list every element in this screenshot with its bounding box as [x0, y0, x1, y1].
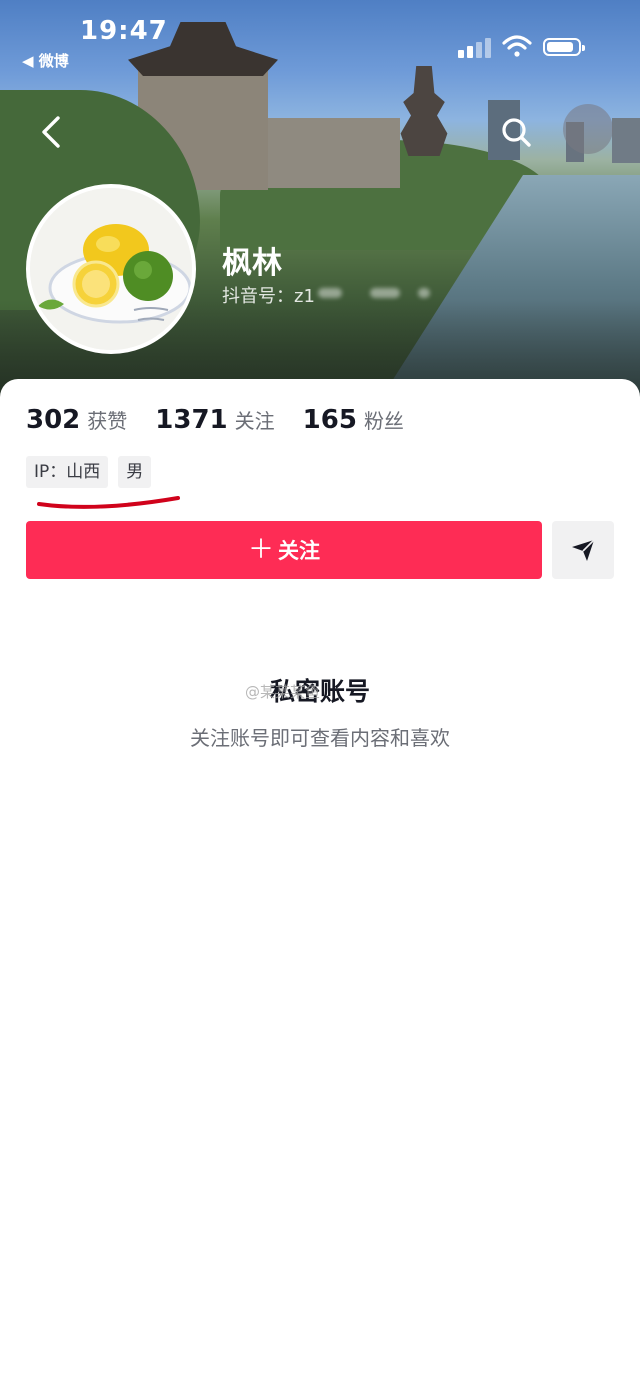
status-time: 19:47 — [80, 16, 168, 46]
stat-label: 获赞 — [87, 409, 128, 433]
gender-tag: 男 — [118, 456, 152, 488]
search-icon[interactable] — [498, 112, 534, 152]
send-icon — [572, 539, 595, 561]
plus-icon: ＋ — [247, 535, 274, 565]
stat-label: 粉丝 — [363, 409, 404, 433]
pagoda — [400, 66, 448, 156]
more-button[interactable] — [563, 104, 613, 154]
id-redaction — [370, 288, 400, 298]
wifi-icon — [502, 35, 532, 57]
ip-location-tag: IP：山西 — [26, 456, 109, 488]
lemon-plate-image — [30, 188, 192, 350]
battery-icon — [543, 38, 585, 56]
follow-label: 关注 — [278, 539, 320, 563]
follow-button[interactable]: ＋ 关注 — [26, 521, 542, 579]
avatar[interactable] — [26, 184, 196, 354]
nickname: 枫林 — [222, 246, 282, 281]
share-button[interactable] — [552, 521, 614, 579]
building — [612, 118, 640, 163]
stats-row: 302 获赞 1371 关注 165 粉丝 — [26, 405, 432, 435]
id-redaction — [418, 288, 430, 298]
profile-tags: IP：山西 男 — [26, 456, 161, 488]
stat-value: 165 — [302, 405, 357, 435]
back-to-app-link[interactable]: ◀ 微博 — [22, 50, 69, 71]
red-underline-annotation — [37, 496, 180, 509]
stat-value: 302 — [26, 405, 81, 435]
chevron-left-icon[interactable] — [34, 112, 70, 152]
stat-label: 关注 — [234, 409, 275, 433]
stat-followers[interactable]: 165 粉丝 — [303, 405, 404, 435]
id-redaction — [318, 288, 342, 298]
stat-value: 1371 — [155, 405, 228, 435]
stat-likes[interactable]: 302 获赞 — [26, 405, 127, 435]
private-account-subtitle: 关注账号即可查看内容和喜欢 — [190, 726, 450, 750]
cellular-signal-icon — [458, 36, 492, 58]
weibo-watermark: @某某某鱼 — [245, 683, 321, 701]
douyin-id: 抖音号：z1 — [222, 286, 315, 307]
stat-following[interactable]: 1371 关注 — [155, 405, 274, 435]
